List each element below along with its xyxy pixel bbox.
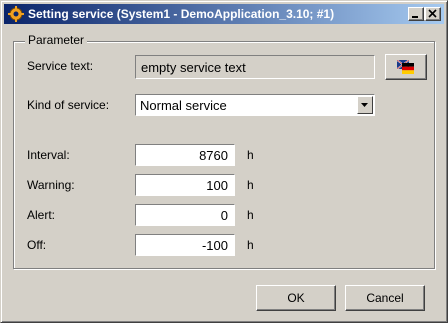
ok-button[interactable]: OK — [256, 285, 336, 311]
minimize-button[interactable] — [408, 7, 424, 21]
title-bar[interactable]: Setting service (System1 - DemoApplicati… — [4, 4, 444, 24]
close-button[interactable] — [425, 7, 441, 21]
service-text-label: Service text: — [27, 59, 94, 73]
warning-unit: h — [247, 178, 254, 192]
window-title: Setting service (System1 - DemoApplicati… — [28, 7, 335, 21]
kind-of-service-value: Normal service — [140, 98, 227, 113]
off-unit: h — [247, 238, 254, 252]
interval-unit: h — [247, 148, 254, 162]
off-input[interactable]: -100 — [135, 234, 235, 256]
group-legend: Parameter — [25, 33, 88, 47]
interval-input[interactable]: 8760 — [135, 144, 235, 166]
language-button[interactable] — [385, 54, 427, 80]
alert-unit: h — [247, 208, 254, 222]
service-text-field[interactable]: empty service text — [135, 55, 375, 79]
off-label: Off: — [27, 238, 47, 252]
dropdown-arrow-button[interactable] — [357, 96, 373, 114]
close-icon — [428, 9, 437, 18]
warning-label: Warning: — [27, 178, 75, 192]
kind-of-service-select[interactable]: Normal service — [135, 94, 375, 116]
warning-input[interactable]: 100 — [135, 174, 235, 196]
kind-of-service-label: Kind of service: — [27, 98, 110, 112]
alert-input[interactable]: 0 — [135, 204, 235, 226]
minimize-icon — [412, 16, 418, 18]
flag-icon — [397, 60, 414, 74]
cancel-button[interactable]: Cancel — [345, 285, 425, 311]
dialog-window: Setting service (System1 - DemoApplicati… — [0, 0, 448, 323]
interval-label: Interval: — [27, 148, 70, 162]
chevron-down-icon — [361, 103, 368, 107]
alert-label: Alert: — [27, 208, 56, 222]
gear-icon — [8, 6, 24, 22]
